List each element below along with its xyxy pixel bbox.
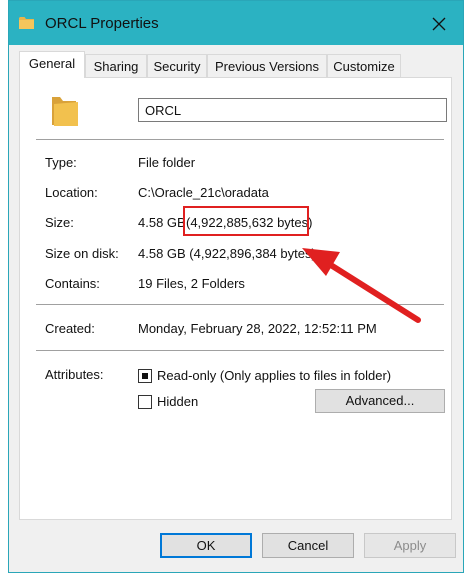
tab-security[interactable]: Security [147, 54, 207, 78]
contains-label: Contains: [45, 276, 100, 291]
tab-previous-versions[interactable]: Previous Versions [207, 54, 327, 78]
large-folder-icon [50, 93, 80, 130]
separator [36, 350, 444, 351]
apply-button[interactable]: Apply [364, 533, 456, 558]
hidden-checkbox-box[interactable] [138, 395, 152, 409]
close-button[interactable] [421, 9, 457, 39]
attributes-label: Attributes: [45, 367, 104, 382]
contains-value: 19 Files, 2 Folders [138, 276, 245, 291]
tab-customize[interactable]: Customize [327, 54, 401, 78]
close-icon [432, 17, 446, 31]
general-panel: Type: File folder Location: C:\Oracle_21… [19, 77, 452, 520]
tab-general[interactable]: General [19, 51, 85, 78]
title-bar[interactable]: ORCL Properties [9, 1, 463, 45]
readonly-checkbox-box[interactable] [138, 369, 152, 383]
hidden-checkbox-label: Hidden [157, 394, 199, 409]
advanced-button[interactable]: Advanced... [315, 389, 445, 413]
created-value: Monday, February 28, 2022, 12:52:11 PM [138, 321, 377, 336]
created-label: Created: [45, 321, 95, 336]
type-value: File folder [138, 155, 196, 170]
properties-window: ORCL Properties General Sharing Security… [8, 0, 464, 573]
location-label: Location: [45, 185, 98, 200]
size-highlight-box [183, 206, 309, 236]
readonly-checkbox-label: Read-only (Only applies to files in fold… [157, 368, 392, 383]
cancel-button[interactable]: Cancel [262, 533, 354, 558]
type-label: Type: [45, 155, 77, 170]
location-value: C:\Oracle_21c\oradata [138, 185, 269, 200]
tab-strip: General Sharing Security Previous Versio… [9, 51, 463, 78]
ok-button[interactable]: OK [160, 533, 252, 558]
separator [36, 304, 444, 305]
folder-name-field[interactable] [138, 98, 447, 122]
size-label: Size: [45, 215, 74, 230]
size-value-gb: 4.58 GB [138, 215, 186, 230]
separator [36, 139, 444, 140]
folder-icon [19, 16, 35, 33]
tab-sharing[interactable]: Sharing [85, 54, 147, 78]
size-on-disk-label: Size on disk: [45, 246, 119, 261]
size-on-disk-value: 4.58 GB (4,922,896,384 bytes) [138, 246, 316, 261]
window-title: ORCL Properties [45, 15, 159, 32]
